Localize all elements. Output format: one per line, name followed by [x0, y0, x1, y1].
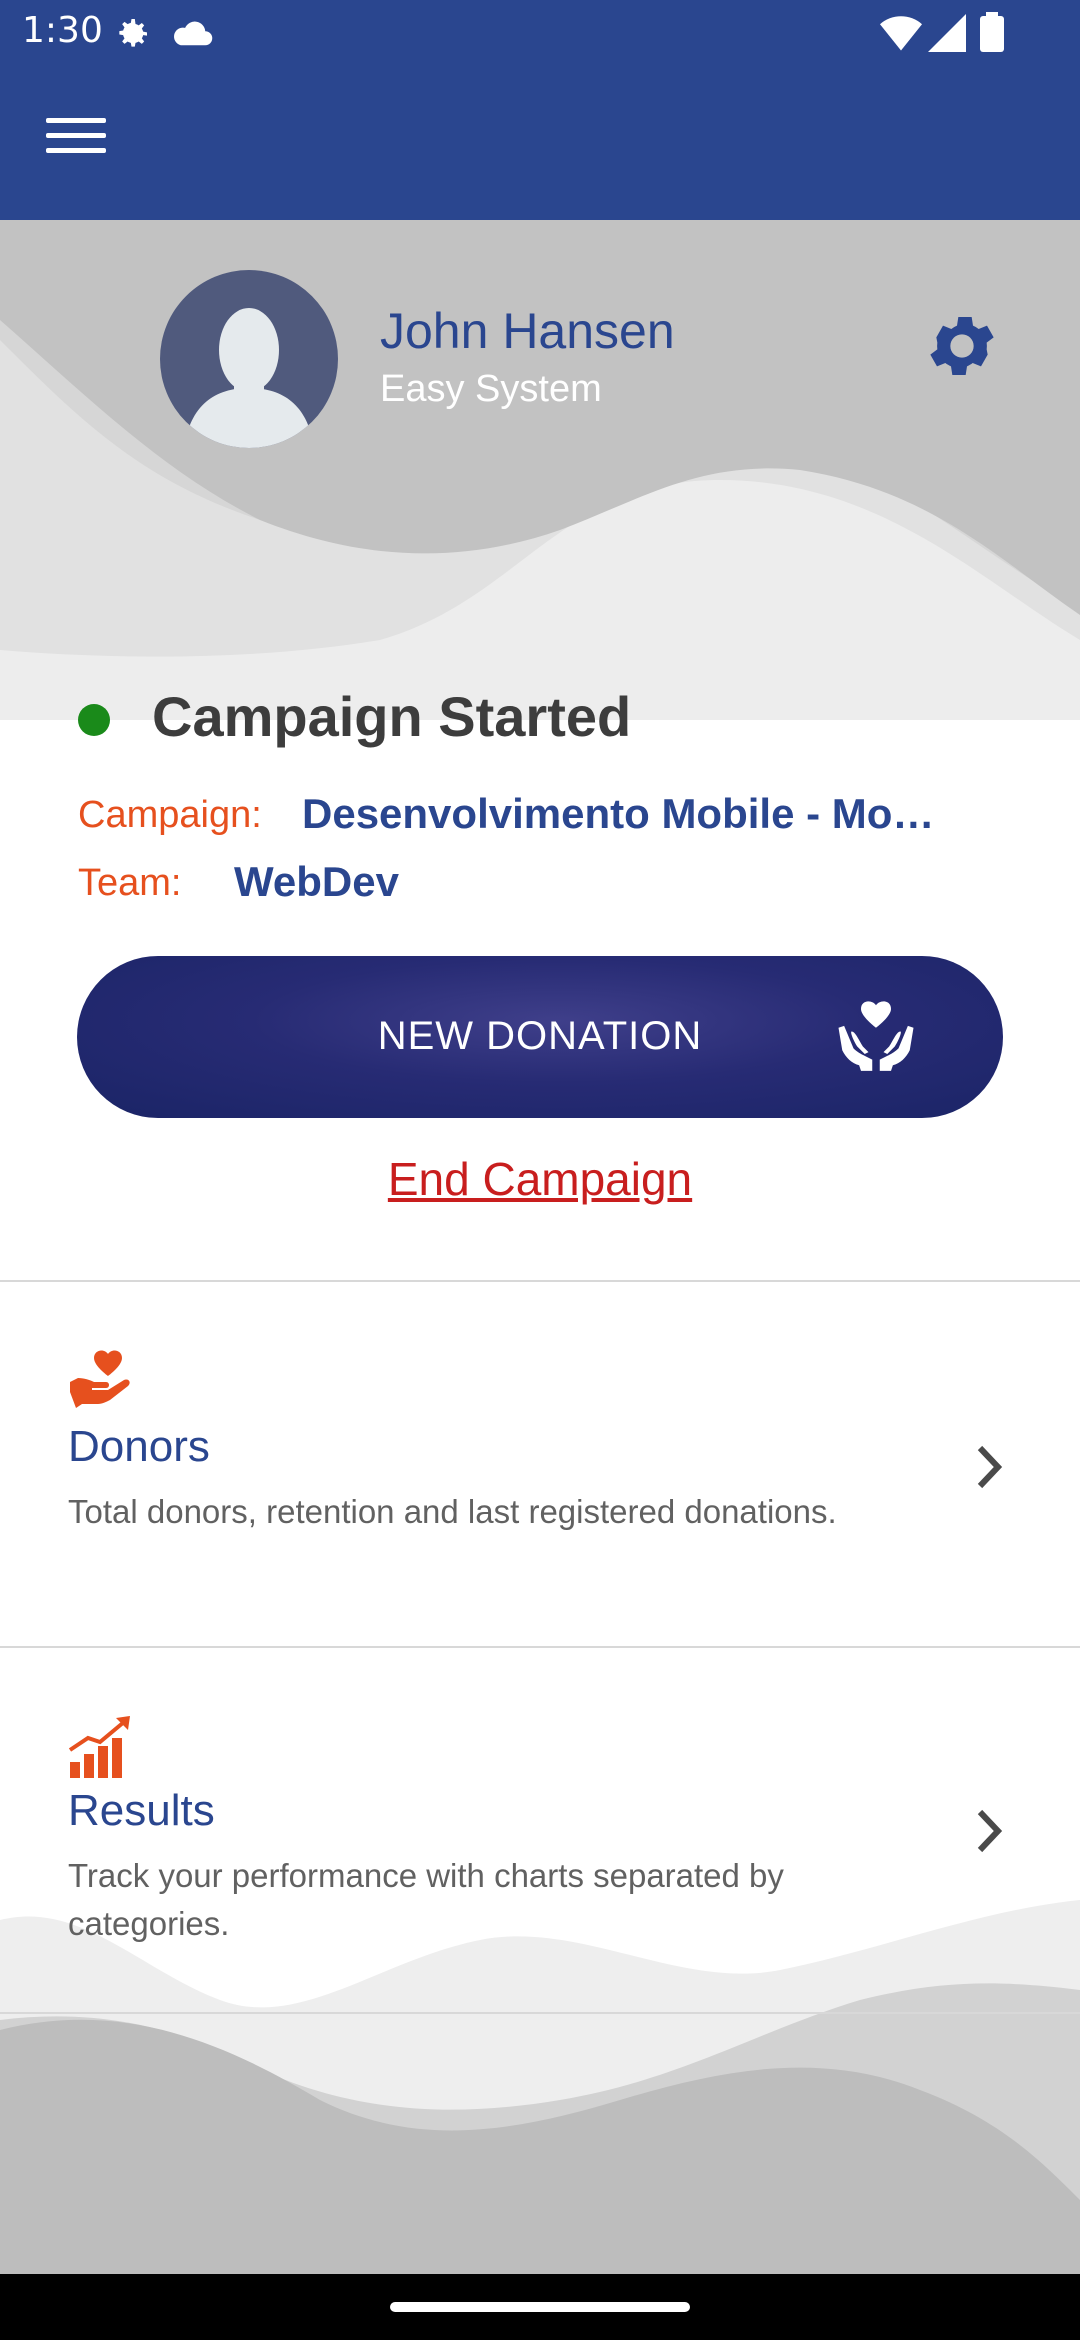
gear-icon	[112, 14, 152, 58]
list-item-results[interactable]: Results Track your performance with char…	[0, 1648, 1080, 2008]
gear-icon[interactable]	[922, 306, 1002, 386]
user-name: John Hansen	[380, 303, 675, 359]
chevron-right-icon	[972, 1806, 1008, 1860]
app-bar: 1:30	[0, 0, 1080, 220]
campaign-value: Desenvolvimento Mobile - Mo…	[302, 790, 935, 837]
bar-chart-growth-icon	[68, 1714, 134, 1784]
home-gesture-handle[interactable]	[390, 2302, 690, 2312]
heart-hands-icon	[831, 994, 921, 1088]
user-organization: Easy System	[380, 368, 602, 410]
signal-icon	[928, 14, 966, 56]
list-item-title: Results	[68, 1786, 215, 1835]
list-item-description: Total donors, retention and last registe…	[68, 1493, 837, 1530]
list-item-donors[interactable]: Donors Total donors, retention and last …	[0, 1282, 1080, 1642]
team-value: WebDev	[234, 858, 399, 905]
campaign-status: Campaign Started	[152, 685, 632, 748]
heart-hand-icon	[68, 1350, 134, 1414]
list-item-title: Donors	[68, 1422, 210, 1471]
end-campaign-link[interactable]: End Campaign	[0, 1152, 1080, 1206]
wifi-icon	[880, 14, 922, 56]
list-item-description: Track your performance with charts separ…	[68, 1857, 784, 1942]
status-time: 1:30	[22, 10, 103, 51]
divider	[0, 2012, 1080, 2014]
chevron-right-icon	[972, 1442, 1008, 1496]
hamburger-menu-icon[interactable]	[46, 118, 106, 166]
status-bar: 1:30	[0, 0, 1080, 66]
profile-header	[0, 220, 1080, 720]
avatar[interactable]	[160, 270, 338, 448]
status-indicator-dot	[78, 704, 110, 736]
battery-icon	[980, 12, 1004, 56]
new-donation-button[interactable]: NEW DONATION	[77, 956, 1003, 1118]
campaign-label: Campaign:	[78, 794, 262, 836]
team-label: Team:	[78, 862, 182, 904]
cloud-icon	[172, 18, 214, 52]
